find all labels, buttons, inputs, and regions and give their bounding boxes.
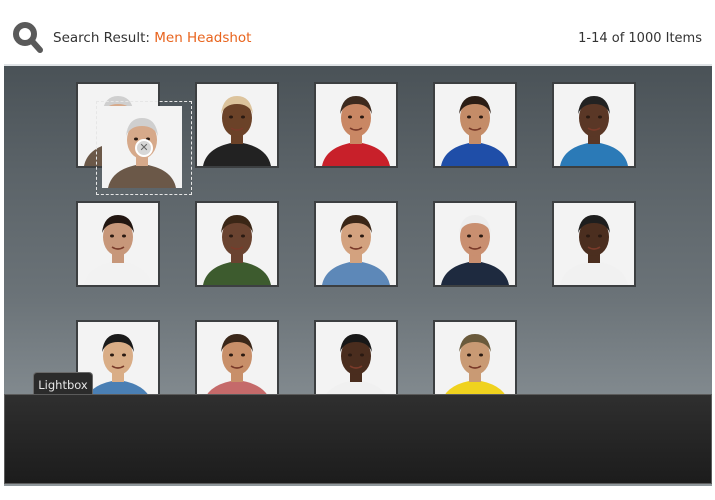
thumb-photo	[197, 322, 277, 404]
thumb-man-long-dreads[interactable]	[552, 201, 636, 287]
thumb-photo	[554, 84, 634, 166]
portrait-image	[78, 203, 158, 285]
thumb-man-dreadlocks-blue[interactable]	[552, 82, 636, 168]
portrait-image	[316, 84, 396, 166]
thumb-man-blue-jersey[interactable]	[433, 82, 517, 168]
thumb-photo	[435, 322, 515, 404]
thumb-photo	[78, 203, 158, 285]
portrait-image	[197, 322, 277, 404]
portrait-image	[435, 203, 515, 285]
portrait-image	[316, 203, 396, 285]
portrait-image	[435, 322, 515, 404]
search-result-prefix: Search Result:	[53, 30, 150, 46]
thumb-photo	[316, 84, 396, 166]
portrait-image	[554, 84, 634, 166]
thumb-photo	[197, 203, 277, 285]
thumb-man-white-mustache[interactable]	[433, 201, 517, 287]
thumb-photo	[554, 203, 634, 285]
thumb-photo	[435, 84, 515, 166]
search-result-label: Search Result: Men Headshot	[53, 30, 251, 46]
thumb-photo	[197, 84, 277, 166]
result-count: 1-14 of 1000 Items	[578, 31, 702, 46]
thumb-man-white-shirt[interactable]	[76, 201, 160, 287]
search-icon[interactable]	[12, 22, 44, 54]
thumb-man-straw-hat[interactable]	[195, 82, 279, 168]
portrait-image	[554, 203, 634, 285]
thumb-man-striped-shirt[interactable]	[195, 201, 279, 287]
thumb-photo	[316, 203, 396, 285]
portrait-image	[316, 322, 396, 404]
portrait-image	[435, 84, 515, 166]
portrait-image	[197, 203, 277, 285]
thumb-photo	[316, 322, 396, 404]
thumb-man-red-shirt[interactable]	[314, 82, 398, 168]
portrait-image	[197, 84, 277, 166]
thumb-photo	[435, 203, 515, 285]
lightbox-panel[interactable]	[4, 394, 712, 484]
thumb-man-denim-shirt[interactable]	[314, 201, 398, 287]
search-header: Search Result: Men Headshot 1-14 of 1000…	[0, 0, 715, 64]
search-term[interactable]: Men Headshot	[154, 30, 251, 46]
remove-icon[interactable]: ✕	[135, 139, 153, 157]
lightbox-tab[interactable]: Lightbox	[33, 372, 93, 396]
